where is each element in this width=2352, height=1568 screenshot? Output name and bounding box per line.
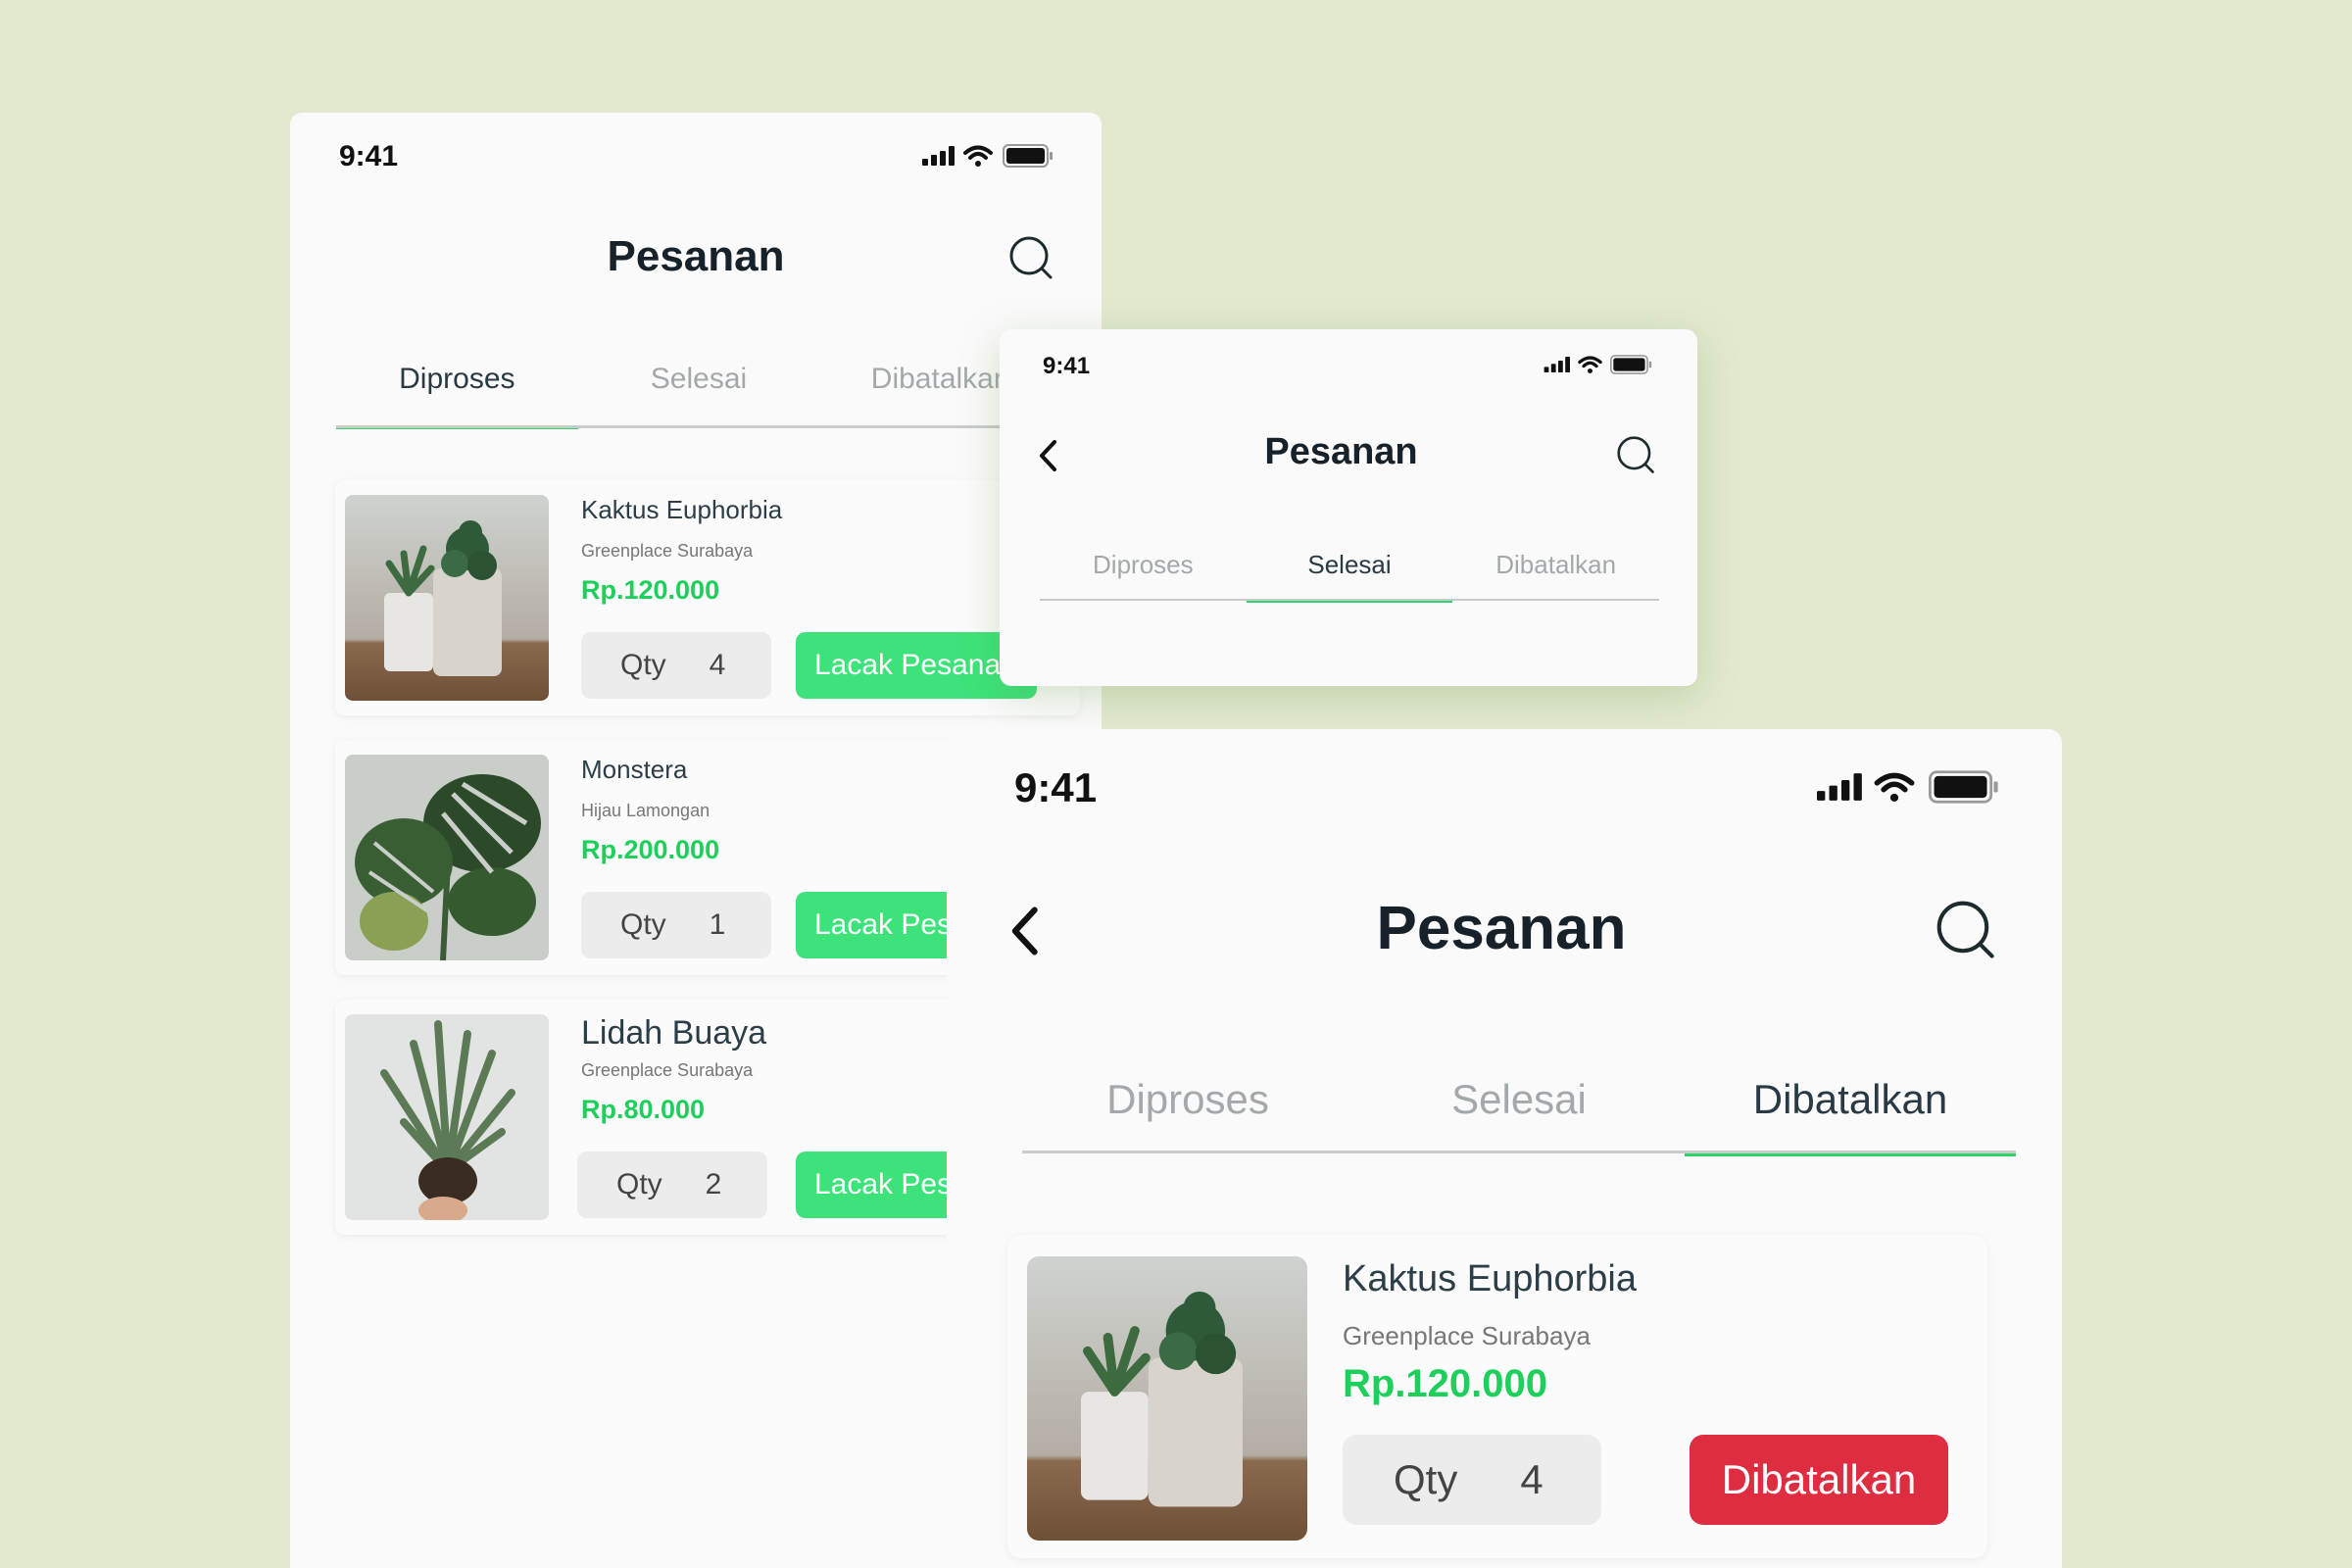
product-price: Rp.80.000 — [581, 1095, 706, 1124]
tabs-divider — [336, 425, 1061, 428]
cellular-signal-icon — [1544, 357, 1573, 372]
tab-selesai[interactable]: Selesai — [578, 363, 820, 425]
product-name: Kaktus Euphorbia — [1343, 1258, 1637, 1299]
shop-name: Hijau Lamongan — [581, 801, 710, 820]
wifi-icon — [1578, 356, 1602, 373]
status-icons — [1544, 355, 1652, 374]
tab-label: Selesai — [650, 363, 748, 395]
tab-label: Diproses — [399, 363, 515, 395]
status-time: 9:41 — [1014, 764, 1098, 810]
product-name: Kaktus Euphorbia — [581, 495, 783, 524]
tabs-divider — [1022, 1151, 2016, 1153]
product-image — [345, 495, 549, 701]
cellular-signal-icon — [1817, 773, 1866, 801]
battery-icon — [1003, 144, 1054, 168]
qty-label: Qty — [620, 649, 666, 681]
tab-diproses[interactable]: Diproses — [1040, 550, 1247, 599]
button-label: Lacak Pesanan — [814, 649, 1017, 681]
qty-label: Qty — [616, 1168, 662, 1200]
shop-name: Greenplace Surabaya — [1343, 1321, 1591, 1350]
tabs-divider — [1040, 599, 1659, 601]
product-image — [1027, 1256, 1307, 1541]
search-icon[interactable] — [1936, 901, 1997, 966]
order-tabs: Diproses Selesai Dibatalkan — [1022, 1076, 2016, 1156]
qty-label: Qty — [1394, 1456, 1458, 1502]
tab-label: Selesai — [1307, 550, 1392, 579]
wifi-icon — [1874, 772, 1915, 802]
quantity-box: Qty 4 — [1343, 1435, 1601, 1525]
product-price: Rp.200.000 — [581, 835, 720, 864]
order-card[interactable]: Kaktus Euphorbia Greenplace Surabaya Rp.… — [335, 480, 1080, 715]
button-label: Dibatalkan — [1721, 1456, 1917, 1502]
tab-selesai[interactable]: Selesai — [1353, 1076, 1685, 1151]
product-price: Rp.120.000 — [581, 575, 720, 605]
tab-label: Dibatalkan — [870, 363, 1010, 395]
shop-name: Greenplace Surabaya — [581, 541, 754, 561]
order-tabs: Diproses Selesai Dibatalkan — [336, 363, 1061, 429]
cancelled-button[interactable]: Dibatalkan — [1690, 1435, 1948, 1525]
quantity-box: Qty 2 — [577, 1152, 767, 1218]
quantity-box: Qty 4 — [581, 632, 771, 699]
tab-label: Dibatalkan — [1495, 550, 1617, 579]
tab-label: Diproses — [1093, 550, 1194, 579]
shop-name: Greenplace Surabaya — [581, 1060, 754, 1080]
tab-diproses[interactable]: Diproses — [336, 363, 578, 429]
qty-value: 4 — [1520, 1456, 1544, 1502]
screen-dibatalkan: 9:41 Pesanan Diproses Selesai Dibatalkan — [947, 729, 2062, 1568]
battery-icon — [1610, 355, 1652, 374]
search-icon[interactable] — [1009, 236, 1054, 286]
product-image — [345, 755, 549, 960]
cellular-signal-icon — [922, 146, 957, 166]
tab-selesai[interactable]: Selesai — [1246, 550, 1453, 603]
status-icons — [1817, 770, 1999, 804]
page-title: Pesanan — [1264, 431, 1418, 472]
tab-diproses[interactable]: Diproses — [1022, 1076, 1353, 1151]
status-time: 9:41 — [1043, 353, 1091, 379]
order-tabs: Diproses Selesai Dibatalkan — [1040, 550, 1659, 603]
wifi-icon — [963, 145, 993, 167]
qty-value: 1 — [709, 908, 726, 941]
qty-label: Qty — [620, 908, 666, 941]
tab-dibatalkan[interactable]: Dibatalkan — [1685, 1076, 2016, 1156]
qty-value: 4 — [709, 649, 726, 681]
product-name: Lidah Buaya — [581, 1014, 767, 1052]
search-icon[interactable] — [1617, 436, 1656, 480]
product-price: Rp.120.000 — [1343, 1362, 1548, 1405]
status-icons — [922, 144, 1054, 168]
qty-value: 2 — [705, 1168, 722, 1200]
tab-label: Selesai — [1451, 1076, 1587, 1122]
status-time: 9:41 — [339, 140, 399, 172]
page-title: Pesanan — [1376, 895, 1627, 962]
tab-label: Dibatalkan — [1752, 1076, 1948, 1122]
product-image — [345, 1014, 549, 1220]
product-name: Monstera — [581, 755, 688, 784]
battery-icon — [1929, 770, 1999, 804]
tab-dibatalkan[interactable]: Dibatalkan — [1452, 550, 1659, 599]
tab-label: Diproses — [1106, 1076, 1269, 1122]
order-card[interactable]: Kaktus Euphorbia Greenplace Surabaya Rp.… — [1007, 1235, 1987, 1558]
page-title: Pesanan — [607, 232, 785, 280]
screen-selesai: 9:41 Pesanan Diproses Selesai Dibatalkan — [1000, 329, 1697, 686]
quantity-box: Qty 1 — [581, 892, 771, 958]
